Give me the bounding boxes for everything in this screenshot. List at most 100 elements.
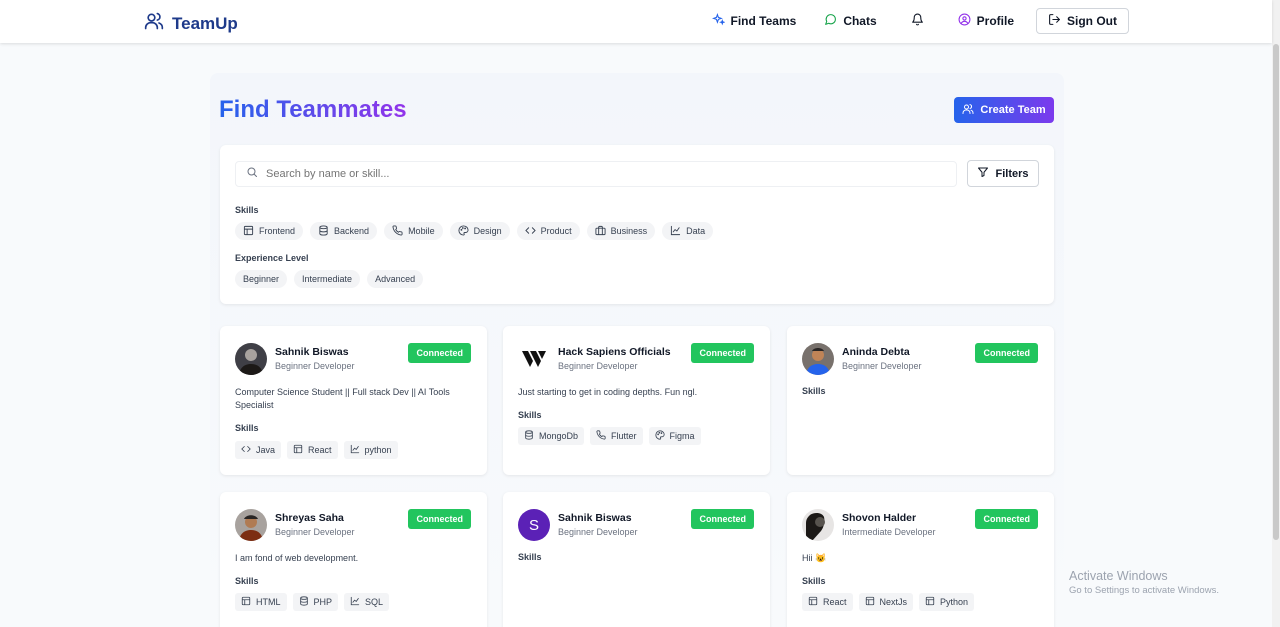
user-level: Beginner Developer (558, 361, 638, 371)
brand-name: TeamUp (172, 13, 238, 33)
skills-label: Skills (802, 576, 826, 586)
skills-filter-chips: Frontend Backend Mobile Design Product B… (235, 222, 714, 240)
connected-badge: Connected (975, 343, 1038, 363)
brand-logo[interactable]: TeamUp (144, 11, 238, 36)
layout-icon (865, 596, 875, 608)
skill-tag: Flutter (590, 427, 643, 445)
skill-tag-label: Flutter (611, 431, 637, 441)
user-bio: I am fond of web development. (235, 553, 359, 563)
skill-filter-data[interactable]: Data (662, 222, 714, 240)
skill-filter-label: Design (473, 226, 502, 236)
skill-tag-label: Figma (669, 431, 695, 441)
user-level: Intermediate Developer (842, 527, 936, 537)
users-icon (962, 103, 974, 118)
skill-tag-label: HTML (256, 597, 281, 607)
layout-icon (808, 596, 818, 608)
hack-sapiens-logo (518, 343, 550, 375)
skill-tag-label: NextJs (879, 597, 908, 607)
database-icon (524, 430, 534, 442)
skill-tag-label: Python (940, 597, 969, 607)
user-name[interactable]: Shovon Halder (842, 512, 916, 524)
user-bio: Computer Science Student || Full stack D… (235, 387, 450, 410)
connected-badge: Connected (691, 343, 754, 363)
notifications-button[interactable] (891, 8, 944, 34)
skills-filter-label: Skills (235, 205, 259, 215)
skill-tag: PHP (292, 593, 339, 611)
user-level: Beginner Developer (842, 361, 922, 371)
user-name[interactable]: Sahnik Biswas (275, 346, 349, 358)
filters-button[interactable]: Filters (967, 160, 1039, 187)
skills-label: Skills (235, 576, 259, 586)
user-skills: React NextJs Python (802, 593, 975, 611)
user-card[interactable]: Hack Sapiens Officials Beginner Develope… (503, 326, 770, 475)
skill-tag-label: MongoDb (539, 431, 579, 441)
skills-label: Skills (518, 410, 542, 420)
layout-icon (293, 444, 303, 456)
skill-filter-product[interactable]: Product (516, 222, 580, 240)
user-card[interactable]: S Sahnik Biswas Beginner Developer Conne… (503, 492, 770, 627)
skill-tag: NextJs (858, 593, 914, 611)
user-skills: Java React python (235, 441, 398, 459)
user-bio: Just starting to get in coding depths. F… (518, 387, 698, 397)
skill-tag-label: PHP (313, 597, 333, 607)
skill-filter-label: Backend (334, 226, 370, 236)
user-card[interactable]: Aninda Debta Beginner Developer Connecte… (787, 326, 1054, 475)
skill-filter-label: Frontend (259, 226, 296, 236)
skill-tag-label: React (308, 445, 332, 455)
user-card[interactable]: Sahnik Biswas Beginner Developer Connect… (220, 326, 487, 475)
nav-menu: Find Teams Chats Profile Sign Out (698, 8, 1129, 34)
user-name[interactable]: Sahnik Biswas (558, 512, 632, 524)
skill-tag-label: Java (256, 445, 276, 455)
layout-icon (243, 225, 254, 238)
skill-filter-frontend[interactable]: Frontend (235, 222, 304, 240)
user-name[interactable]: Aninda Debta (842, 346, 910, 358)
sign-out-label: Sign Out (1067, 14, 1117, 28)
nav-profile-label: Profile (976, 14, 1014, 28)
experience-filter-intermediate[interactable]: Intermediate (294, 270, 361, 288)
page-scrollbar[interactable] (1272, 0, 1280, 627)
scrollbar-thumb[interactable] (1273, 44, 1279, 540)
skill-tag: HTML (235, 593, 287, 611)
windows-activation-watermark: Activate Windows Go to Settings to activ… (1069, 569, 1219, 596)
user-name[interactable]: Shreyas Saha (275, 512, 344, 524)
watermark-title: Activate Windows (1069, 569, 1168, 583)
chart-icon (350, 596, 360, 608)
phone-icon (596, 430, 606, 442)
experience-filter-advanced[interactable]: Advanced (367, 270, 424, 288)
avatar (802, 343, 834, 375)
avatar (235, 509, 267, 541)
sparkles-icon (711, 12, 726, 29)
nav-chats[interactable]: Chats (810, 8, 890, 34)
user-card[interactable]: Shreyas Saha Beginner Developer Connecte… (220, 492, 487, 627)
nav-find-teams[interactable]: Find Teams (698, 8, 811, 34)
skill-tag: React (802, 593, 853, 611)
top-nav-bar: TeamUp Find Teams Chats Profile Sign Out (0, 0, 1272, 43)
palette-icon (458, 224, 469, 238)
nav-profile[interactable]: Profile (944, 8, 1028, 34)
skill-filter-backend[interactable]: Backend (310, 222, 378, 240)
avatar-letter: S (518, 509, 550, 541)
create-team-button[interactable]: Create Team (954, 97, 1054, 123)
search-icon (246, 165, 258, 183)
skill-filter-business[interactable]: Business (586, 222, 656, 240)
user-bio: Hii 😺 (802, 553, 827, 563)
code-icon (524, 225, 536, 238)
layout-icon (925, 596, 935, 608)
search-input[interactable] (266, 168, 946, 180)
sign-out-button[interactable]: Sign Out (1036, 8, 1129, 34)
user-level: Beginner Developer (275, 361, 355, 371)
user-skills: MongoDb Flutter Figma (518, 427, 701, 445)
user-card[interactable]: Shovon Halder Intermediate Developer Con… (787, 492, 1054, 627)
user-circle-icon (958, 13, 971, 29)
user-skills: HTML PHP SQL (235, 593, 390, 611)
experience-filter-beginner[interactable]: Beginner (235, 270, 288, 288)
experience-filter-label: Experience Level (235, 253, 309, 263)
skills-label: Skills (518, 552, 542, 562)
skill-filter-mobile[interactable]: Mobile (384, 222, 443, 240)
database-icon (299, 596, 309, 608)
skill-filter-design[interactable]: Design (449, 222, 510, 240)
user-name[interactable]: Hack Sapiens Officials (558, 346, 671, 358)
avatar (235, 343, 267, 375)
search-box (235, 161, 957, 187)
layout-icon (241, 596, 251, 608)
